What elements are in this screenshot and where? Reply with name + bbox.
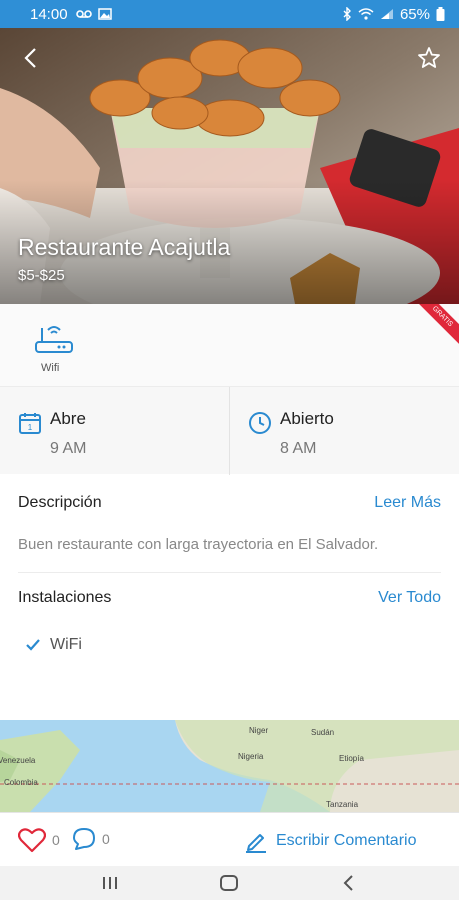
- wifi-icon: [358, 8, 374, 20]
- hero-photo: [0, 28, 459, 304]
- view-all-link[interactable]: Ver Todo: [378, 589, 441, 607]
- home-button[interactable]: [217, 872, 241, 894]
- favorite-button[interactable]: [415, 44, 443, 72]
- home-icon: [220, 875, 238, 891]
- back-button[interactable]: [16, 44, 44, 72]
- pencil-icon: [246, 834, 266, 853]
- check-icon: [26, 639, 40, 651]
- back-arrow-icon: [24, 48, 36, 68]
- hours-section: 1 Abre 9 AM Abierto 8 AM: [0, 386, 459, 475]
- signal-icon: [380, 9, 393, 19]
- description-title: Descripción: [18, 494, 102, 511]
- heart-icon: [18, 828, 46, 853]
- comment-button[interactable]: 0: [72, 827, 110, 851]
- facilities-title: Instalaciones: [18, 589, 112, 606]
- opens-label: Abre: [50, 409, 86, 428]
- facility-item: WiFi: [26, 636, 82, 654]
- system-nav-bar: [0, 866, 459, 900]
- recent-apps-button[interactable]: [98, 872, 122, 894]
- status-notification-icons: [75, 8, 112, 20]
- map-label-niger: Niger: [249, 726, 269, 735]
- opens-value: 9 AM: [50, 440, 87, 457]
- battery-percent: 65%: [399, 5, 430, 23]
- like-button[interactable]: 0: [18, 827, 60, 853]
- price-range: $5-$25: [18, 267, 65, 284]
- divider: [18, 572, 441, 573]
- status-label: Abierto: [280, 409, 334, 428]
- clock-icon: [248, 411, 272, 435]
- status-value: 8 AM: [280, 440, 317, 457]
- map-label-venezuela: Venezuela: [0, 756, 36, 765]
- wifi-router-icon: [34, 322, 74, 358]
- app-screen: 14:00 65% Restaurante Acajutla $5-$25 Wi…: [0, 0, 459, 900]
- map-land: [0, 720, 459, 812]
- like-count: 0: [52, 832, 60, 848]
- svg-text:1: 1: [28, 423, 33, 432]
- location-map[interactable]: Niger Sudán Nigeria Etiopía Venezuela Co…: [0, 720, 459, 812]
- recent-apps-icon: [103, 877, 117, 889]
- map-label-ethiopia: Etiopía: [339, 754, 364, 763]
- image-icon: [97, 8, 112, 20]
- status-bar: 14:00 65%: [0, 0, 459, 28]
- battery-icon: [436, 7, 445, 21]
- free-badge: GRATIS: [419, 304, 459, 344]
- free-badge-label: GRATIS: [419, 304, 459, 344]
- bluetooth-icon: [343, 7, 351, 21]
- map-label-sudan: Sudán: [311, 728, 335, 737]
- restaurant-name: Restaurante Acajutla: [18, 234, 231, 260]
- amenity-label: Wifi: [41, 362, 60, 374]
- map-label-nigeria: Nigeria: [238, 752, 264, 761]
- map-label-tanzania: Tanzania: [326, 800, 359, 809]
- description-text: Buen restaurante con larga trayectoria e…: [18, 536, 379, 553]
- amenity-strip: [0, 304, 459, 386]
- status-column: Abierto 8 AM: [230, 387, 459, 475]
- action-bar: 0 0 Escribir Comentario: [0, 812, 459, 866]
- status-time: 14:00: [30, 5, 68, 23]
- facility-label: WiFi: [50, 636, 82, 653]
- voicemail-icon: [75, 10, 92, 18]
- write-comment-label: Escribir Comentario: [276, 832, 417, 849]
- chevron-left-icon: [343, 875, 353, 891]
- write-comment-button[interactable]: Escribir Comentario: [244, 829, 416, 853]
- comment-count: 0: [102, 831, 110, 847]
- opens-column: 1 Abre 9 AM: [0, 387, 230, 475]
- star-icon: [418, 47, 440, 68]
- system-back-button[interactable]: [337, 872, 361, 894]
- comment-bubble-icon: [73, 828, 95, 850]
- calendar-icon: 1: [18, 411, 42, 435]
- map-label-colombia: Colombia: [4, 778, 38, 787]
- read-more-link[interactable]: Leer Más: [374, 494, 441, 512]
- hero-image: Restaurante Acajutla $5-$25: [0, 28, 459, 304]
- status-system-icons: 65%: [342, 6, 445, 23]
